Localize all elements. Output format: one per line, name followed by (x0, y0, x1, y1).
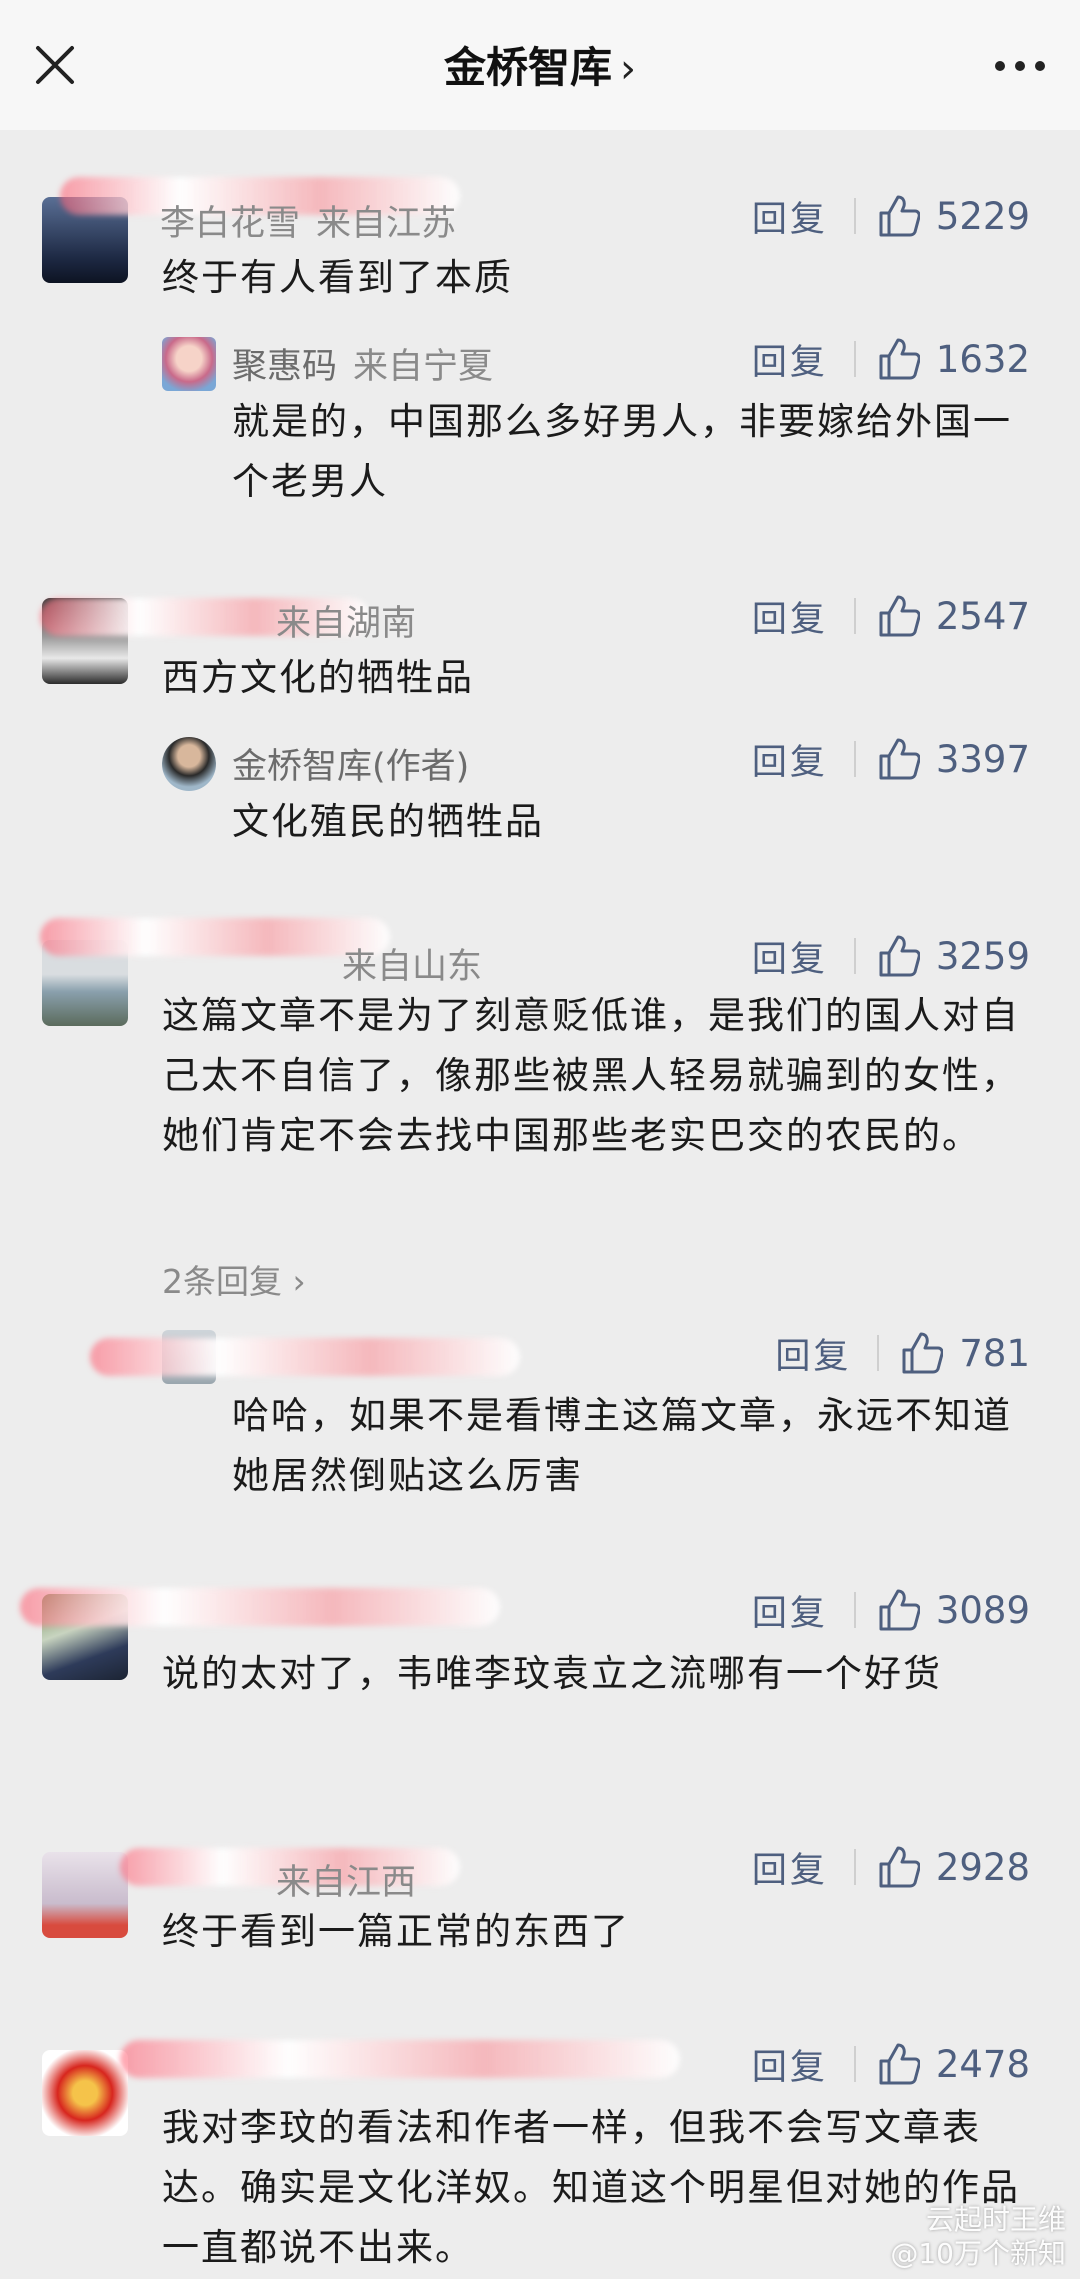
like-count: 5229 (935, 194, 1030, 238)
like-count: 3089 (935, 1588, 1030, 1632)
reply-author[interactable]: 聚惠码 来自宁夏 (232, 338, 493, 389)
reply-button[interactable]: 回复 (752, 1585, 828, 1636)
like-count: 2478 (935, 2042, 1030, 2086)
like-count: 3259 (935, 934, 1030, 978)
watermark-line: 云起时王维 (925, 2203, 1066, 2236)
comment-text: 这篇文章不是为了刻意贬低谁，是我们的国人对自己太不自信了，像那些被黑人轻易就骗到… (162, 994, 1020, 1157)
comment-actions: 回复 3089 (752, 1582, 1030, 1638)
reply-button[interactable]: 回复 (752, 1842, 828, 1893)
reply-author[interactable]: 金桥智库(作者) (232, 738, 469, 789)
comment-actions: 回复 2478 (752, 2036, 1030, 2092)
reply-button[interactable]: 回复 (752, 931, 828, 982)
comment-actions: 回复 5229 (752, 188, 1030, 244)
thumbs-up-icon[interactable] (878, 737, 920, 781)
comment-author[interactable]: 来自江西 (260, 1854, 416, 1905)
thumbs-up-icon[interactable] (878, 594, 920, 638)
comment-actions: 回复 2928 (752, 1839, 1030, 1895)
reply-actions: 回复 3397 (752, 731, 1030, 787)
comment-text: 西方文化的牺牲品 (162, 656, 474, 699)
like-count: 781 (959, 1331, 1030, 1375)
thumbs-up-icon[interactable] (878, 2042, 920, 2086)
thumbs-up-icon[interactable] (878, 1845, 920, 1889)
reply-button[interactable]: 回复 (752, 334, 828, 385)
thumbs-up-icon[interactable] (878, 337, 920, 381)
reply-button[interactable]: 回复 (752, 191, 828, 242)
avatar[interactable] (42, 2050, 128, 2136)
thumbs-up-icon[interactable] (878, 194, 920, 238)
like-count: 2547 (935, 594, 1030, 638)
reply-button[interactable]: 回复 (752, 591, 828, 642)
thumbs-up-icon[interactable] (878, 1588, 920, 1632)
watermark: 云起时王维 @10万个新知 (890, 2203, 1066, 2271)
watermark-line: @10万个新知 (890, 2237, 1066, 2270)
comment-author[interactable]: 李白花雪 来自江苏 (160, 195, 456, 246)
top-bar: 金桥智库 › (0, 0, 1080, 130)
avatar[interactable] (162, 737, 216, 791)
comment-actions: 回复 2547 (752, 588, 1030, 644)
chevron-right-icon: › (620, 46, 636, 92)
more-replies-link[interactable]: 2条回复 › (162, 1255, 306, 1303)
like-count: 3397 (935, 737, 1030, 781)
reply-text: 文化殖民的牺牲品 (232, 800, 544, 843)
thumbs-up-icon[interactable] (901, 1331, 944, 1375)
reply-button[interactable]: 回复 (752, 734, 828, 785)
comment-actions: 回复 3259 (752, 928, 1030, 984)
reply-button[interactable]: 回复 (752, 2039, 828, 2090)
page-title: 金桥智库 (443, 43, 612, 92)
like-count: 1632 (935, 337, 1030, 381)
page-title-link[interactable]: 金桥智库 › (0, 34, 1080, 95)
like-count: 2928 (935, 1845, 1030, 1889)
reply-text: 哈哈，如果不是看博主这篇文章，永远不知道她居然倒贴这么厉害 (232, 1394, 1012, 1497)
avatar[interactable] (162, 337, 216, 391)
reply-actions: 回复 781 (775, 1325, 1030, 1381)
thumbs-up-icon[interactable] (878, 934, 920, 978)
comment-text: 终于有人看到了本质 (162, 256, 513, 299)
comment-text: 终于看到一篇正常的东西了 (162, 1910, 630, 1953)
reply-actions: 回复 1632 (752, 331, 1030, 387)
comment-text: 说的太对了，韦唯李玟袁立之流哪有一个好货 (162, 1652, 942, 1695)
comment-author[interactable]: 来自山东 (162, 938, 482, 989)
comment-author[interactable]: 来自湖南 (260, 595, 416, 646)
reply-button[interactable]: 回复 (775, 1328, 851, 1379)
avatar[interactable] (42, 1852, 128, 1938)
reply-text: 就是的，中国那么多好男人，非要嫁给外国一个老男人 (232, 400, 1012, 503)
more-icon[interactable] (990, 46, 1050, 86)
